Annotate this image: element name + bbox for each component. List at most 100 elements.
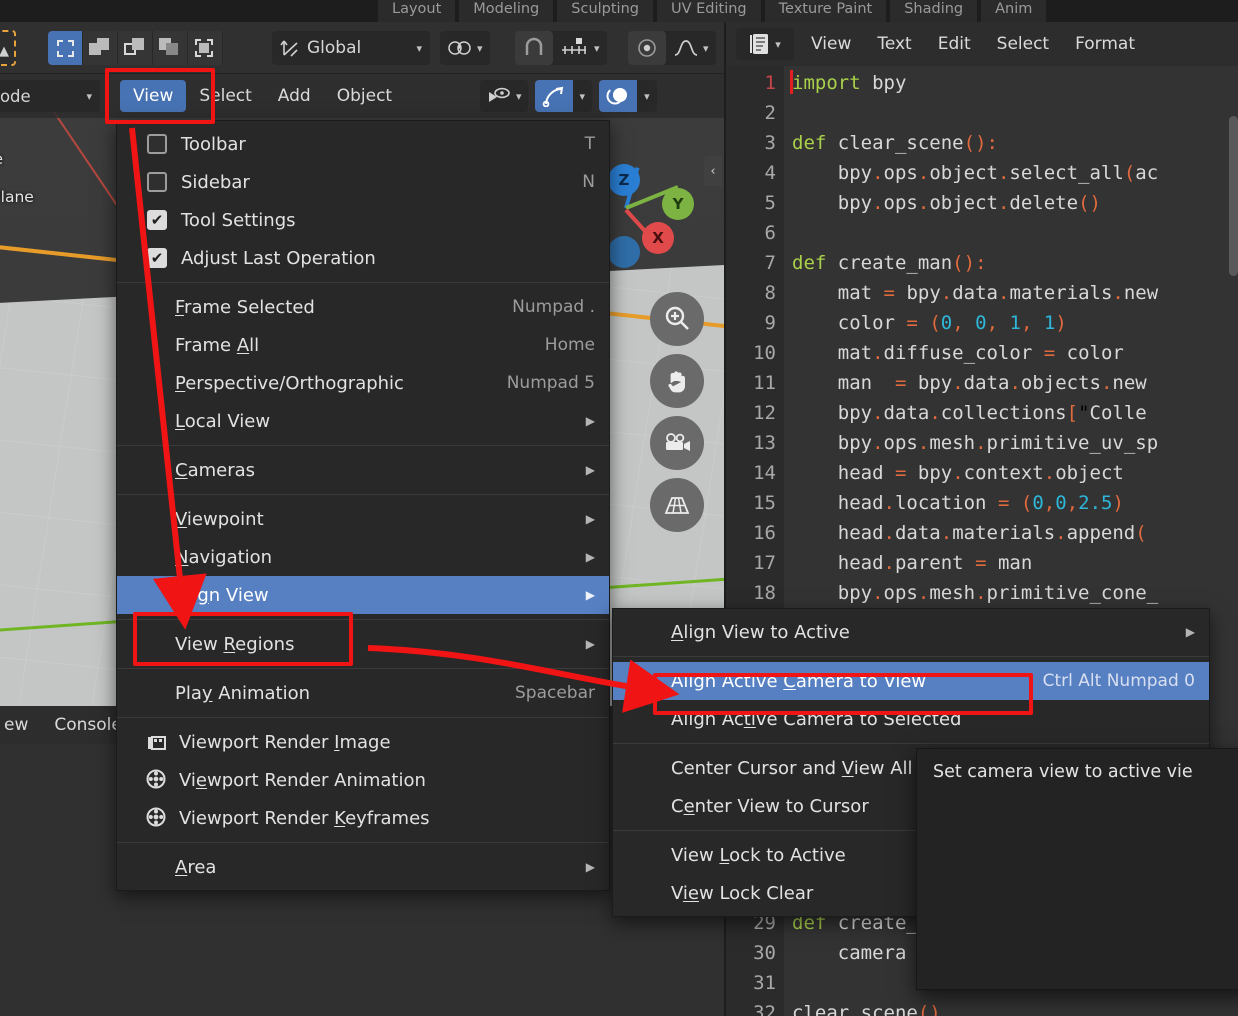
text-editor-menu-edit[interactable]: Edit xyxy=(925,28,984,60)
active-tool-button[interactable]: ▲ xyxy=(0,30,16,66)
code-line-text[interactable]: bpy.ops.mesh.primitive_cone_ xyxy=(792,578,1158,608)
menu-item-viewport-render-keyframes[interactable]: Viewport Render Keyframes xyxy=(117,799,609,837)
menu-item-area[interactable]: Area ▶ xyxy=(117,848,609,886)
proportional-editing-toggle[interactable] xyxy=(628,31,666,65)
camera-view-button[interactable] xyxy=(650,416,704,470)
select-invert-icon xyxy=(159,38,181,58)
pivot-point-button[interactable]: ▾ xyxy=(440,31,490,65)
select-mode-set[interactable] xyxy=(48,31,82,65)
menu-item-frame-all[interactable]: Frame All Home xyxy=(117,326,609,364)
code-line-text[interactable]: head.parent = man xyxy=(792,548,1033,578)
workspace-tab-texture-paint[interactable]: Texture Paint xyxy=(764,0,887,22)
bottom-editor-menu-1[interactable]: Console xyxy=(54,715,122,735)
code-line-text[interactable]: import bpy xyxy=(792,68,906,98)
code-line-text[interactable]: bpy.ops.object.select_all(ac xyxy=(792,158,1158,188)
submenu-arrow-icon: ▶ xyxy=(1185,625,1195,639)
menu-item-viewpoint[interactable]: Viewpoint ▶ xyxy=(117,500,609,538)
checkbox-icon[interactable]: ✔ xyxy=(147,210,167,230)
menu-separator xyxy=(117,668,609,669)
menu-item-cameras[interactable]: Cameras ▶ xyxy=(117,451,609,489)
menu-item-view-regions[interactable]: View Regions ▶ xyxy=(117,625,609,663)
snap-toggle-button[interactable] xyxy=(515,31,553,65)
menu-item-viewport-render-animation[interactable]: Viewport Render Animation xyxy=(117,761,609,799)
menu-item-align-active-camera-to-selected[interactable]: Align Active Camera to Selected xyxy=(613,700,1209,738)
menu-item-align-view-to-active[interactable]: Align View to Active ▶ xyxy=(613,613,1209,651)
menu-item-align-active-camera-to-view[interactable]: Align Active Camera to View Ctrl Alt Nump… xyxy=(613,662,1209,700)
code-line-text[interactable]: mat = bpy.data.materials.new xyxy=(792,278,1158,308)
viewport-menu-object[interactable]: Object xyxy=(324,80,405,112)
code-line-text[interactable]: bpy.ops.mesh.primitive_uv_sp xyxy=(792,428,1158,458)
code-line-number: 13 xyxy=(753,432,776,454)
text-editor-menu-select[interactable]: Select xyxy=(984,28,1062,60)
workspace-tab-uv-editing[interactable]: UV Editing xyxy=(656,0,761,22)
interaction-mode-dropdown[interactable]: t Mode ▾ xyxy=(0,80,100,112)
text-editor-menu-text[interactable]: Text xyxy=(864,28,924,60)
sidebar-collapse-arrow[interactable]: ‹ xyxy=(704,156,722,186)
menu-item-sidebar[interactable]: Sidebar N xyxy=(117,163,609,201)
checkbox-icon[interactable] xyxy=(147,134,167,154)
pan-hand-button[interactable] xyxy=(650,354,704,408)
menu-item-frame-selected[interactable]: Frame Selected Numpad . xyxy=(117,288,609,326)
checkbox-icon[interactable] xyxy=(147,172,167,192)
overlay-options-button[interactable]: ▾ xyxy=(637,80,657,112)
menu-item-perspective-orthographic[interactable]: Perspective/Orthographic Numpad 5 xyxy=(117,364,609,402)
workspace-tab-modeling[interactable]: Modeling xyxy=(459,0,554,22)
menu-item-play-animation[interactable]: Play Animation Spacebar xyxy=(117,674,609,712)
overlay-toggle-group: ▾ xyxy=(599,80,657,112)
editor-type-dropdown[interactable]: ▾ xyxy=(736,28,794,60)
menu-item-navigation[interactable]: Navigation ▶ xyxy=(117,538,609,576)
gizmo-axis-z[interactable]: Z xyxy=(608,164,640,196)
viewport-menu-view[interactable]: View xyxy=(120,80,187,112)
code-line-text[interactable]: head.location = (0,0,2.5) xyxy=(792,488,1124,518)
menu-separator xyxy=(117,619,609,620)
checkbox-icon[interactable]: ✔ xyxy=(147,248,167,268)
menu-item-shortcut: Numpad 5 xyxy=(506,373,595,393)
show-overlays-button[interactable] xyxy=(599,80,638,112)
viewport-menu-select[interactable]: Select xyxy=(186,80,264,112)
navigation-gizmo[interactable]: Z Y X xyxy=(600,164,712,276)
code-line-text[interactable]: bpy.data.collections["Colle xyxy=(792,398,1147,428)
code-line-text[interactable]: bpy.ops.object.delete() xyxy=(792,188,1101,218)
menu-item-align-view[interactable]: Align View ▶ xyxy=(117,576,609,614)
menu-item-label: Toolbar xyxy=(181,133,246,155)
workspace-tab-anim[interactable]: Anim xyxy=(981,0,1047,22)
menu-item-viewport-render-image[interactable]: Viewport Render Image xyxy=(117,723,609,761)
viewport-menu-add[interactable]: Add xyxy=(265,80,324,112)
snap-settings-button[interactable]: ▾ xyxy=(553,31,607,65)
code-line-text[interactable]: def clear_scene(): xyxy=(792,128,998,158)
zoom-icon-button[interactable] xyxy=(650,292,704,346)
bottom-editor-menu-0[interactable]: ew xyxy=(4,715,28,735)
text-editor-scrollbar[interactable] xyxy=(1229,116,1238,276)
gizmo-axis-neg-z[interactable] xyxy=(608,236,640,268)
select-mode-extend[interactable] xyxy=(83,31,117,65)
menu-item-local-view[interactable]: Local View ▶ xyxy=(117,402,609,440)
code-line-text[interactable]: color = (0, 0, 1, 1) xyxy=(792,308,1067,338)
show-gizmo-button[interactable] xyxy=(534,80,573,112)
select-mode-intersect[interactable] xyxy=(188,31,222,65)
select-mode-invert[interactable] xyxy=(153,31,187,65)
text-editor-menu-format[interactable]: Format xyxy=(1062,28,1148,60)
menu-item-adjust-last-operation[interactable]: ✔ Adjust Last Operation xyxy=(117,239,609,277)
select-mode-subtract[interactable] xyxy=(118,31,152,65)
transform-orientation-dropdown[interactable]: Global ▾ xyxy=(272,31,430,65)
workspace-tab-layout[interactable]: Layout xyxy=(378,0,456,22)
menu-item-toolbar[interactable]: Toolbar T xyxy=(117,125,609,163)
workspace-tab-sculpting[interactable]: Sculpting xyxy=(557,0,653,22)
gizmo-options-button[interactable]: ▾ xyxy=(572,80,593,112)
code-line-text[interactable]: mat.diffuse_color = color xyxy=(792,338,1124,368)
gizmo-axis-y[interactable]: Y xyxy=(662,188,694,220)
object-visibility-button[interactable]: ▾ xyxy=(480,80,528,112)
viewport-menu-strip: View Select Add Object xyxy=(120,74,405,118)
code-line-text[interactable]: def create_man(): xyxy=(792,248,987,278)
toggle-perspective-button[interactable] xyxy=(650,478,704,532)
menu-item-tool-settings[interactable]: ✔ Tool Settings xyxy=(117,201,609,239)
snap-pivot-group: ▾ xyxy=(440,31,490,65)
code-line-text[interactable]: head.data.materials.append( xyxy=(792,518,1147,548)
text-editor-menu-view[interactable]: View xyxy=(798,28,864,60)
workspace-tab-shading[interactable]: Shading xyxy=(890,0,978,22)
code-line-text[interactable]: clear_scene() xyxy=(792,998,941,1016)
falloff-type-button[interactable]: ▾ xyxy=(666,31,716,65)
gizmo-axis-x[interactable]: X xyxy=(642,222,674,254)
code-line-text[interactable]: head = bpy.context.object xyxy=(792,458,1124,488)
code-line-text[interactable]: man = bpy.data.objects.new xyxy=(792,368,1147,398)
